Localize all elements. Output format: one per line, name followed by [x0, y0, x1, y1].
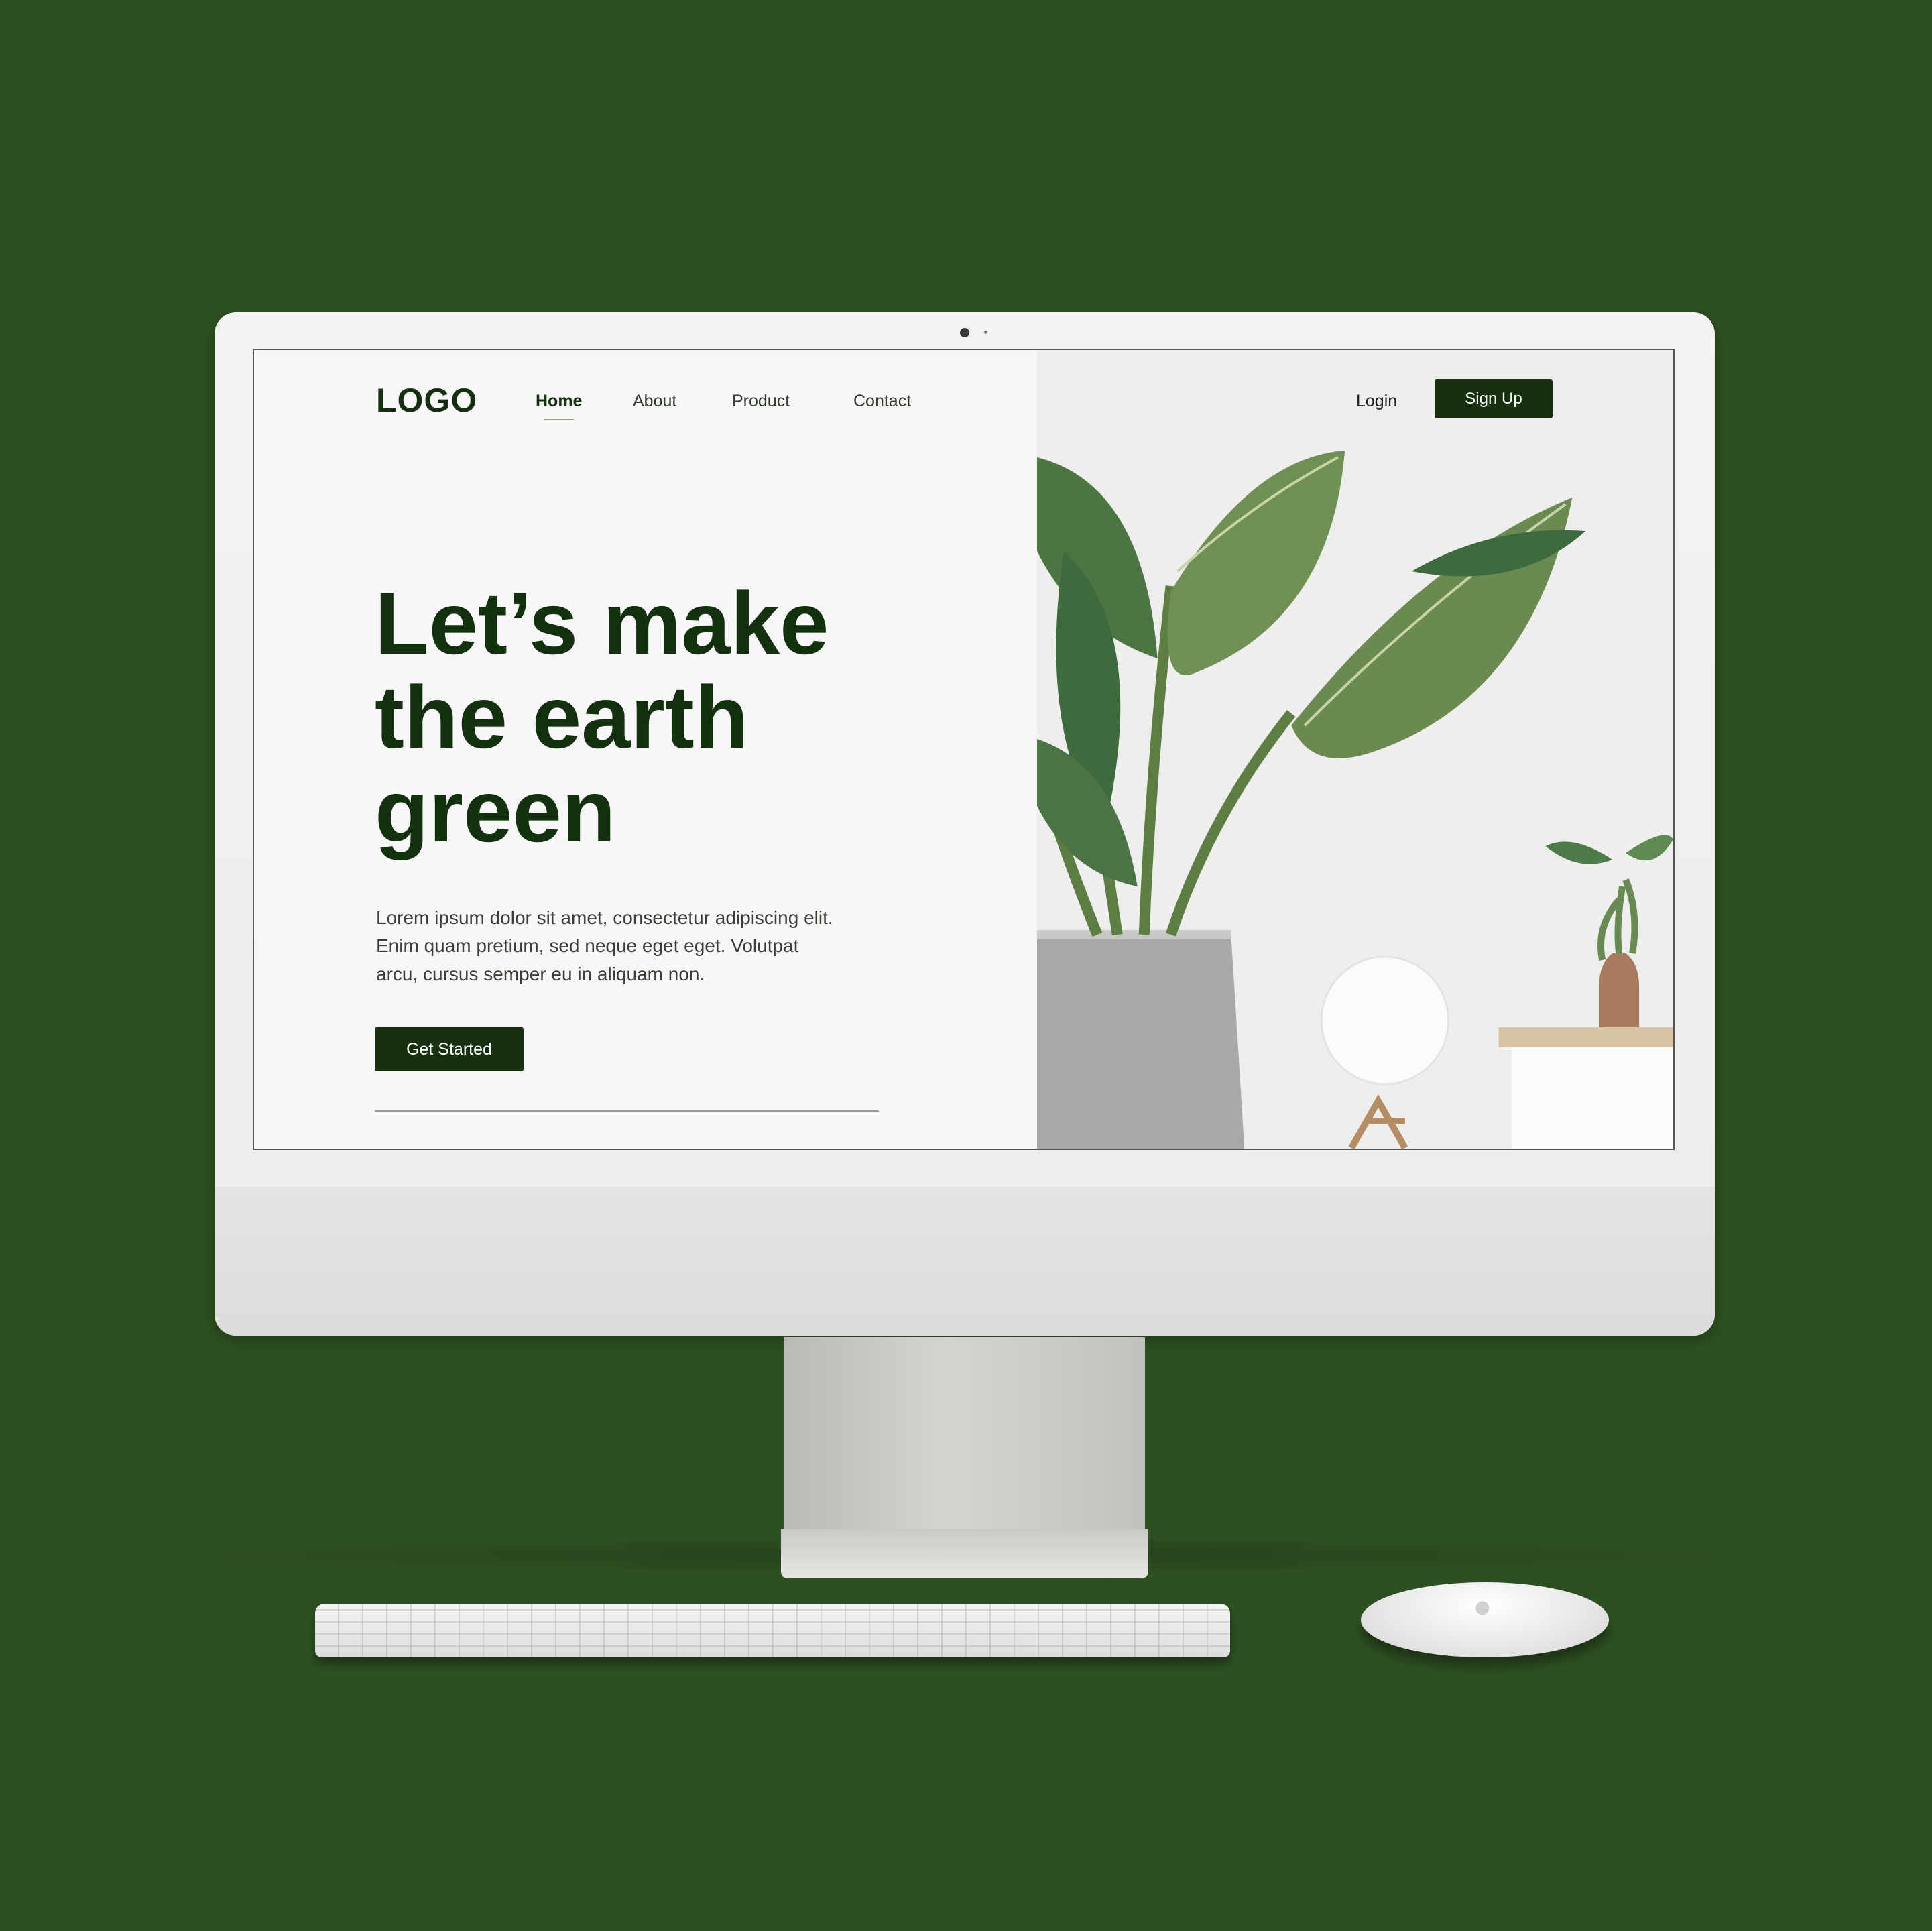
potted-plants-photo [1037, 350, 1673, 1149]
nav-product[interactable]: Product [732, 392, 790, 411]
keyboard [315, 1604, 1230, 1657]
hero-title: Let’s make the earth green [375, 577, 965, 858]
apple-logo-icon: ● [1475, 1597, 1490, 1617]
hero-description-line: Lorem ipsum dolor sit amet, consectetur … [376, 907, 833, 928]
hero-title-line: green [375, 762, 616, 860]
camera-sensor-icon [984, 331, 987, 334]
hero-image-panel: Login Sign Up [1037, 350, 1673, 1149]
hero-left-panel: LOGO Home About Product Contact Let’s ma… [254, 350, 1037, 1149]
nav-about[interactable]: About [633, 392, 676, 411]
login-link[interactable]: Login [1356, 392, 1397, 411]
camera-icon [960, 328, 969, 337]
hero-description: Lorem ipsum dolor sit amet, consectetur … [376, 904, 899, 988]
nav-home[interactable]: Home [536, 392, 582, 420]
get-started-button[interactable]: Get Started [375, 1027, 524, 1071]
hero-title-line: Let’s make [375, 574, 829, 672]
monitor-stand-foot [781, 1529, 1148, 1578]
hero-description-line: arcu, cursus semper eu in aliquam non. [376, 963, 705, 984]
desktop-monitor: LOGO Home About Product Contact Let’s ma… [215, 312, 1715, 1336]
site-logo[interactable]: LOGO [376, 381, 477, 420]
monitor-stand [784, 1337, 1145, 1531]
nav-contact[interactable]: Contact [853, 392, 911, 411]
mouse: ● [1361, 1582, 1609, 1657]
divider [375, 1110, 879, 1112]
sign-up-button[interactable]: Sign Up [1435, 379, 1553, 418]
hero-title-line: the earth [375, 668, 749, 766]
monitor-chin [215, 1187, 1715, 1336]
monitor-screen: LOGO Home About Product Contact Let’s ma… [253, 349, 1675, 1150]
hero-description-line: Enim quam pretium, sed neque eget eget. … [376, 935, 799, 956]
